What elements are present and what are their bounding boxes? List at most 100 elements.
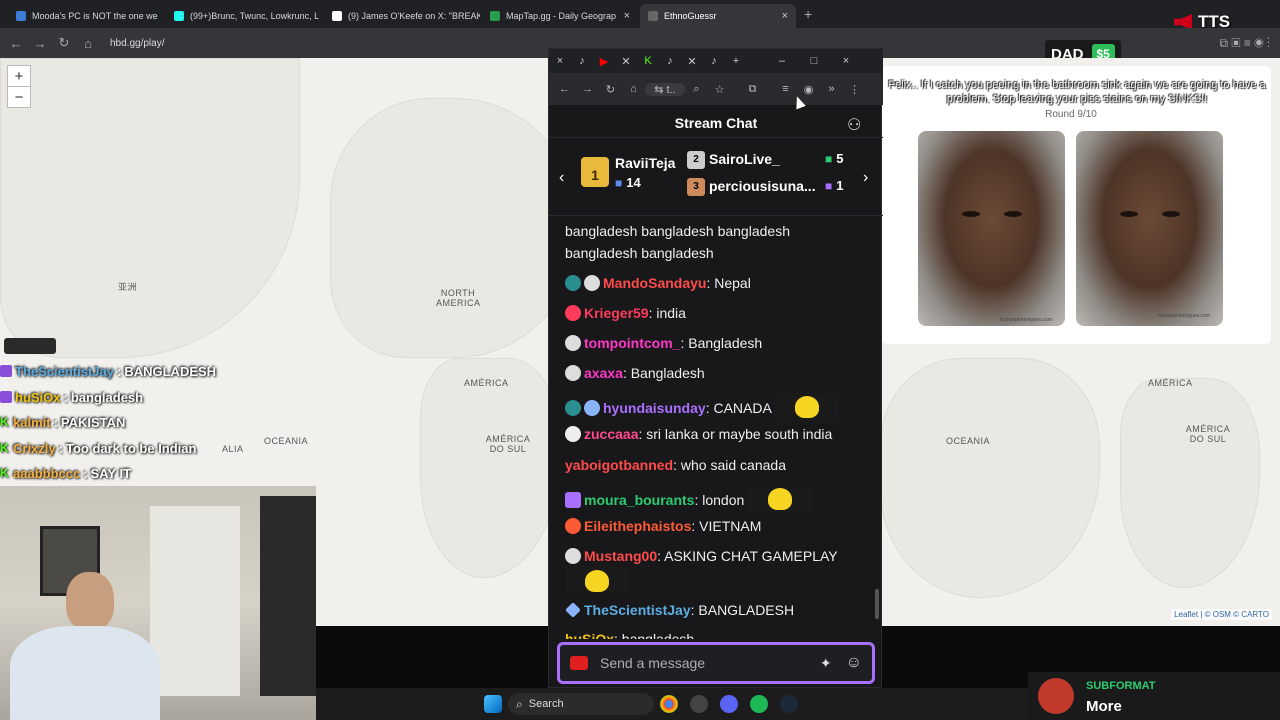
back-icon[interactable]: ← <box>553 83 576 95</box>
chat-message: axaxa: Bangladesh <box>565 363 865 383</box>
kick-icon[interactable]: K <box>637 55 659 67</box>
chat-username[interactable]: zuccaaa <box>584 426 638 442</box>
browser-tab-active[interactable]: EthnoGuessr × <box>640 4 796 28</box>
chat-text: : ASKING CHAT GAMEPLAY <box>657 548 838 564</box>
avatar[interactable]: ◉ <box>797 83 820 96</box>
x-icon[interactable]: ✕ <box>681 55 703 68</box>
chat-username[interactable]: moura_bourants <box>584 492 694 508</box>
chat-username[interactable]: yaboigotbanned <box>565 457 673 473</box>
divider <box>549 137 883 138</box>
map-attribution[interactable]: Leaflet | © OSM © CARTO <box>1171 609 1272 620</box>
chat-username[interactable]: MandoSandayu <box>603 275 706 291</box>
overlay-chat-user: huSiOx <box>15 389 61 405</box>
ethnoguessr-icon <box>648 11 658 21</box>
x-icon[interactable]: ✕ <box>615 55 637 68</box>
forward-icon[interactable]: → <box>28 36 52 51</box>
portrait-right[interactable]: humanphenotypes.com <box>1076 131 1223 326</box>
taskbar-search[interactable]: ⌕ Search <box>508 693 654 715</box>
chat-username[interactable]: TheScientistJay <box>584 602 691 618</box>
home-icon[interactable]: ⌂ <box>622 83 645 95</box>
queue-icon[interactable]: ≡ <box>774 83 797 95</box>
minimize-icon[interactable]: – <box>771 55 793 67</box>
menu-icon[interactable]: ⋮ <box>843 83 866 96</box>
badge-icon <box>565 518 581 534</box>
browser-tab[interactable]: Mooda's PC is NOT the one we× <box>8 4 164 28</box>
chat-message: Mustang00: ASKING CHAT GAMEPLAY <box>565 546 865 566</box>
close-window-icon[interactable]: × <box>835 55 857 67</box>
steam-icon[interactable] <box>780 695 798 713</box>
new-tab-icon[interactable]: + <box>725 55 747 67</box>
app-icon[interactable] <box>690 695 708 713</box>
twitch-icon <box>0 365 12 377</box>
diamond-badge-icon <box>565 602 581 618</box>
star-icon[interactable]: ☆ <box>708 83 731 96</box>
record-icon[interactable] <box>570 656 588 670</box>
browser-tab[interactable]: (99+)Brunc, Twunc, Lowkrunc, L× <box>166 4 322 28</box>
badge-icon <box>584 275 600 291</box>
scrollbar[interactable] <box>875 589 879 619</box>
more-chevron-icon[interactable]: » <box>820 83 843 95</box>
close-icon[interactable]: × <box>549 55 571 67</box>
chat-message: bangladesh bangladesh bangladesh <box>565 221 865 241</box>
emoji-icon[interactable]: ☺ <box>846 654 862 672</box>
map-label: AMÉRICA <box>1148 378 1193 388</box>
gift-icon: ■ <box>825 178 833 193</box>
chat-username[interactable]: Krieger59 <box>584 305 649 321</box>
chat-text: : BANGLADESH <box>690 602 795 618</box>
windows-start-icon[interactable] <box>484 695 502 713</box>
chat-text: : india <box>648 305 686 321</box>
close-icon[interactable]: × <box>624 10 630 22</box>
reload-icon[interactable]: ↻ <box>52 35 76 51</box>
maximize-icon[interactable]: □ <box>803 55 825 67</box>
chat-input[interactable]: Send a message <box>600 655 705 671</box>
chevron-right-icon[interactable]: › <box>863 169 868 187</box>
close-icon[interactable]: × <box>782 10 788 22</box>
map-label: 亚洲 <box>118 282 138 292</box>
chat-input-box[interactable]: Send a message ✦ ☺ <box>557 642 875 684</box>
monstercat-logo-icon <box>1038 678 1074 714</box>
new-tab-button[interactable]: + <box>804 6 812 22</box>
chrome-icon[interactable] <box>660 695 678 713</box>
chat-username[interactable]: Mustang00 <box>584 548 657 564</box>
divider <box>549 215 883 216</box>
extensions-icon[interactable]: ⧉ <box>741 83 764 96</box>
address-bar[interactable]: hbd.gg/play/ <box>110 38 165 49</box>
chevron-left-icon[interactable]: ‹ <box>559 169 564 187</box>
gift-leaderboard: ‹ › 1 RaviiTeja ■ 14 2 SairoLive_ ■ 5 3 pe… <box>549 145 883 211</box>
browser-tab[interactable]: MapTap.gg - Daily Geograp × <box>482 4 638 28</box>
chat-username[interactable]: tompointcom_ <box>584 335 680 351</box>
overlay-chat-user: aaabbbccc <box>13 465 81 481</box>
zoom-icon[interactable]: ⌕ <box>685 83 708 96</box>
youtube-icon[interactable]: ▶ <box>593 55 615 68</box>
discord-icon[interactable] <box>720 695 738 713</box>
chat-username[interactable]: Eileithephaistos <box>584 518 691 534</box>
extensions-icon[interactable]: ⧉ ▣ ≡ ◉ ⋮ <box>1219 36 1270 51</box>
map-label: OCEANIA <box>264 436 309 446</box>
browser-tab[interactable]: (9) James O'Keefe on X: "BREAK× <box>324 4 480 28</box>
portrait-left[interactable]: humanphenotypes.com <box>918 131 1065 326</box>
browser-tab-bar: Mooda's PC is NOT the one we× (99+)Brunc… <box>0 0 1280 28</box>
round-counter: Round 9/10 <box>1045 109 1097 120</box>
tiktok-icon[interactable]: ♪ <box>571 55 593 67</box>
forward-icon[interactable]: → <box>576 83 599 95</box>
reload-icon[interactable]: ↻ <box>599 83 622 96</box>
map-landmass <box>0 58 300 358</box>
spotify-icon[interactable] <box>750 695 768 713</box>
tiktok-icon[interactable]: ♪ <box>703 55 725 67</box>
zoom-in-button[interactable]: + <box>7 65 31 87</box>
address-bar[interactable]: ⇆ t.. <box>645 82 685 96</box>
overlay-chat-text: SAY IT <box>90 465 132 481</box>
celebrate-icon[interactable]: ✦ <box>820 655 832 672</box>
badge-icon <box>584 400 600 416</box>
chat-username[interactable]: hyundaisunday <box>603 400 706 416</box>
chat-username[interactable]: huSiOx <box>565 631 614 639</box>
overlay-chat-text: Too dark to be Indian <box>65 440 197 456</box>
zoom-out-button[interactable]: − <box>7 86 31 108</box>
chat-username[interactable]: axaxa <box>584 365 623 381</box>
users-icon[interactable]: ⚇ <box>847 115 861 135</box>
portrait-eye <box>1120 211 1138 217</box>
home-icon[interactable]: ⌂ <box>76 36 100 51</box>
back-icon[interactable]: ← <box>4 36 28 51</box>
portrait-eye <box>1162 211 1180 217</box>
tiktok-icon[interactable]: ♪ <box>659 55 681 67</box>
